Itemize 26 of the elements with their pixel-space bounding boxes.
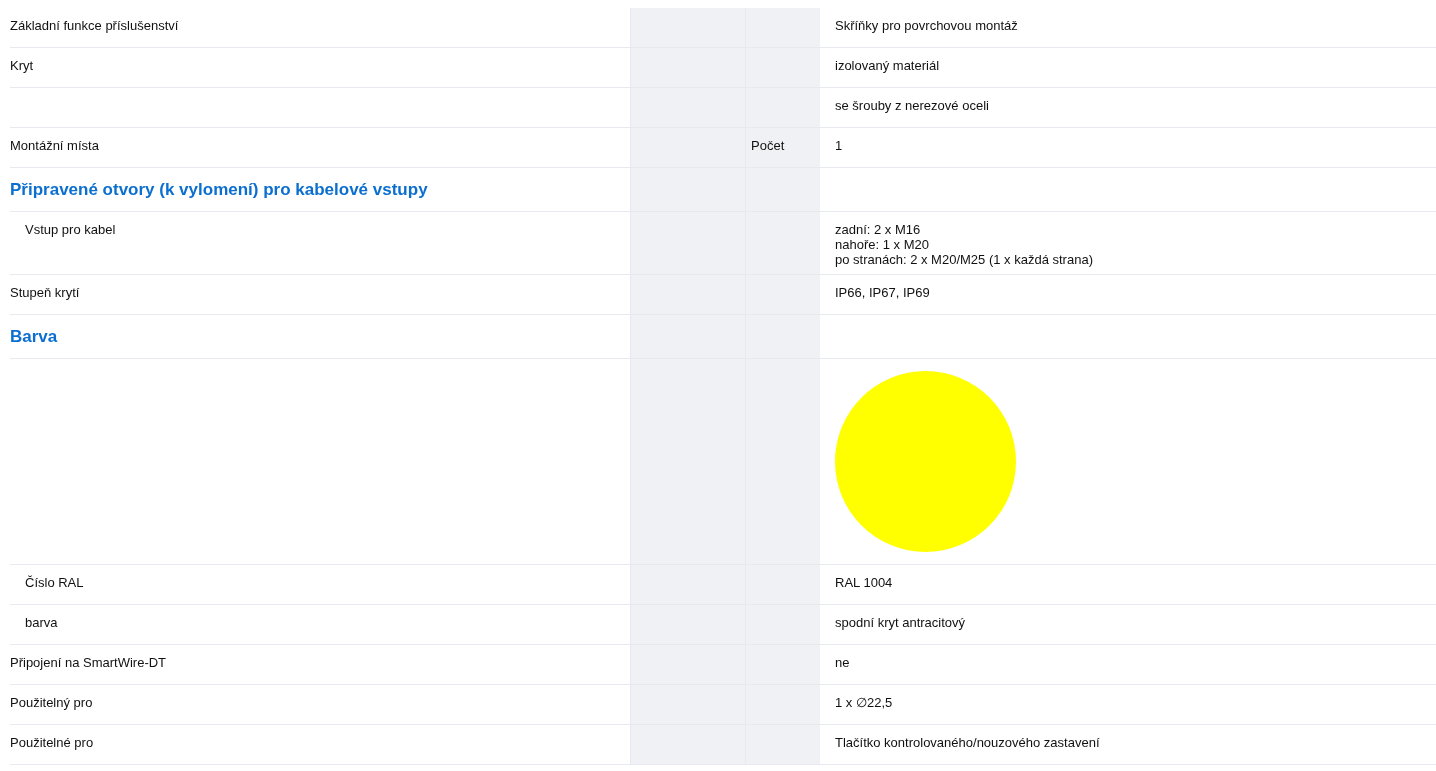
- section-heading: Připravené otvory (k vylomení) pro kabelové vstupy: [10, 180, 428, 200]
- property-value: po stranách: 2 x M20/M25 (1 x každá strana): [835, 252, 1094, 267]
- property-value: izolovaný materiál: [835, 58, 941, 73]
- section-heading: Barva: [10, 327, 58, 347]
- property-label: Montážní místa: [10, 138, 99, 153]
- property-value: RAL 1004: [835, 575, 894, 590]
- unit-cell: Počet: [745, 128, 820, 167]
- property-label: barva: [25, 615, 58, 630]
- property-label: Základní funkce příslušenství: [10, 18, 179, 33]
- property-label: Stupeň krytí: [10, 285, 80, 300]
- property-label: Kryt: [10, 58, 34, 73]
- property-value: spodní kryt antracitový: [835, 615, 967, 630]
- property-value: nahoře: 1 x M20: [835, 237, 930, 252]
- property-value: IP66, IP67, IP69: [835, 285, 931, 300]
- property-label: Připojení na SmartWire-DT: [10, 655, 167, 670]
- property-value: zadní: 2 x M16: [835, 222, 922, 237]
- property-label: Vstup pro kabel: [25, 222, 116, 237]
- property-value: Tlačítko kontrolovaného/nouzového zastavení: [835, 735, 1101, 750]
- property-label: Použitelné pro: [10, 735, 94, 750]
- property-label: Číslo RAL: [25, 575, 84, 590]
- property-value: se šrouby z nerezové oceli: [835, 98, 990, 113]
- property-value: Skříňky pro povrchovou montáž: [835, 18, 1019, 33]
- property-value: 1: [835, 138, 844, 153]
- property-label: Použitelný pro: [10, 695, 93, 710]
- property-value: ne: [835, 655, 851, 670]
- property-value: 1 x ∅22,5: [835, 695, 894, 710]
